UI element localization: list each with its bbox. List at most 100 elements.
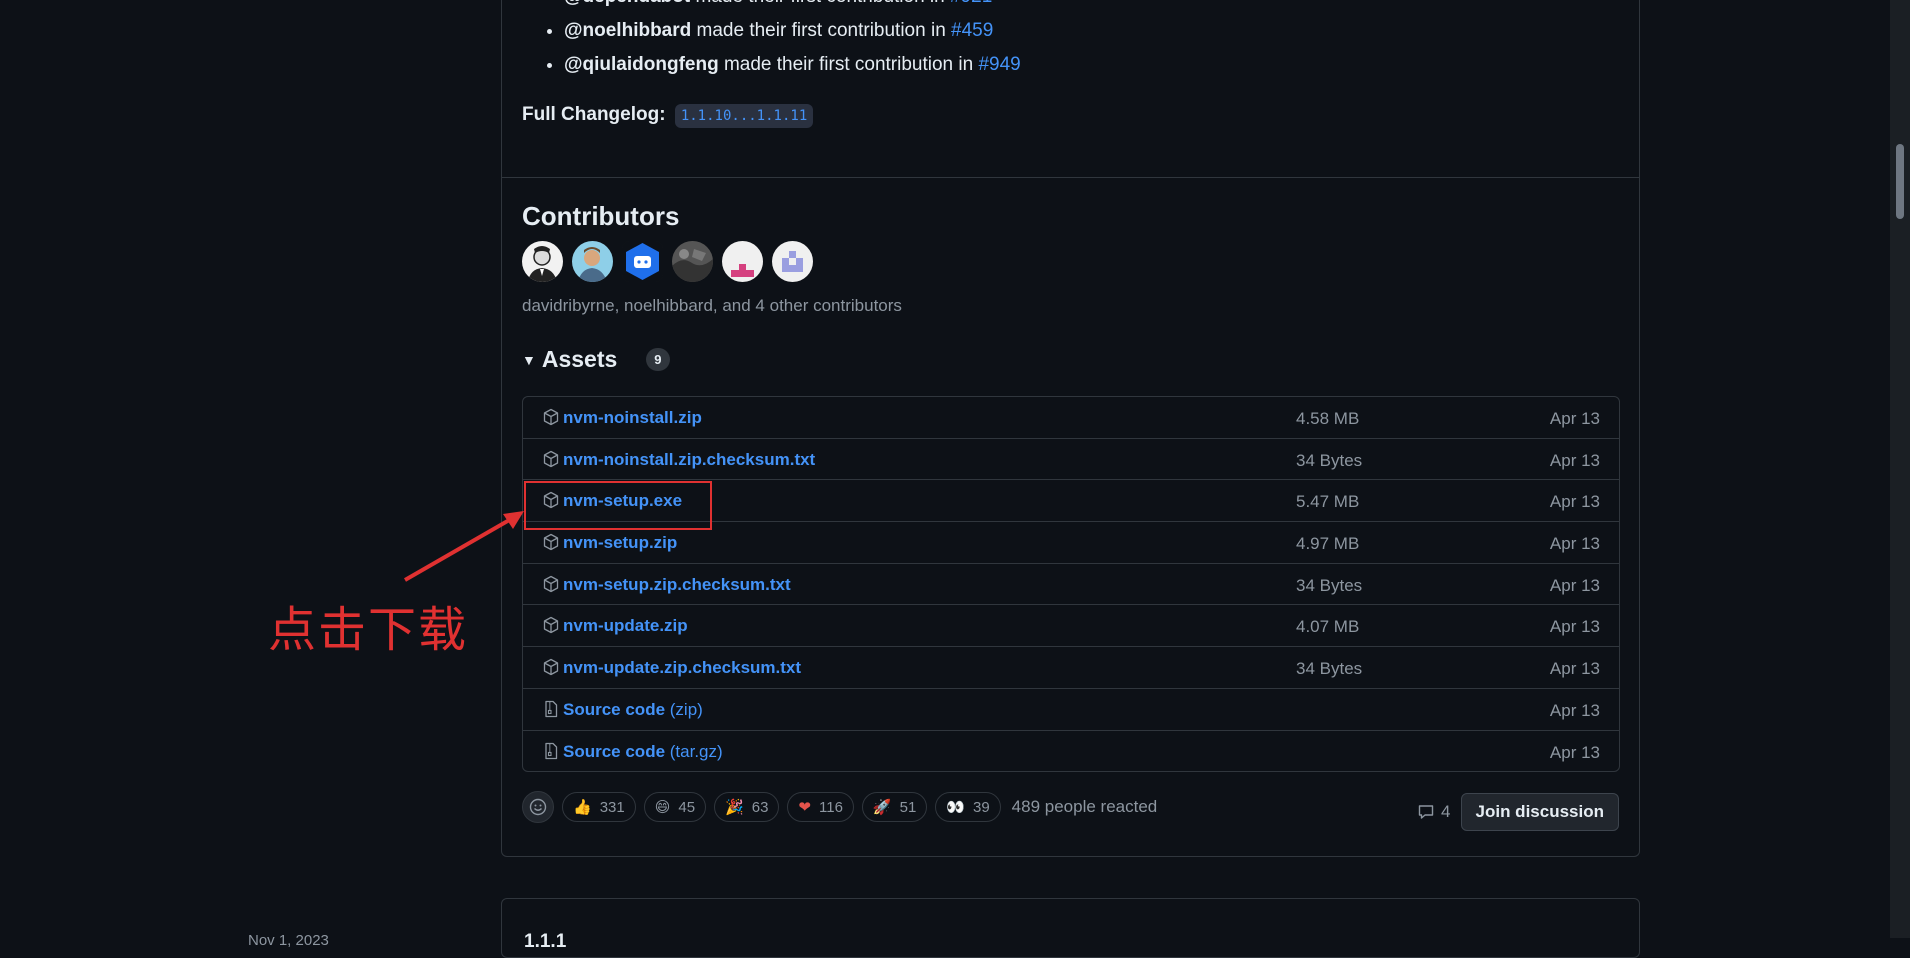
asset-date: Apr 13 — [1549, 617, 1600, 637]
full-changelog-label: Full Changelog: — [522, 104, 666, 125]
asset-download-link[interactable]: nvm-update.zip — [563, 616, 688, 636]
asset-size: 34 Bytes — [1296, 450, 1363, 470]
asset-row: nvm-setup.zip.checksum.txt 34 Bytes Apr 13 — [523, 564, 1619, 606]
changelog-compare-link[interactable]: 1.1.10...1.1.11 — [671, 104, 814, 128]
asset-row: Source code (tar.gz) Apr 13 — [523, 731, 1619, 772]
asset-row: Source code (zip) Apr 13 — [523, 689, 1619, 731]
annotation-label: 点击下载 — [268, 602, 469, 658]
reactions-bar: 👍 331 😄 45 🎉 63 ❤ 116 🚀 51 👀 39 489 people reacted — [522, 791, 1157, 823]
eyes-icon: 👀 — [946, 799, 965, 816]
asset-date: Apr 13 — [1549, 409, 1600, 428]
assets-list: nvm-noinstall.zip 4.58 MB Apr 13 nvm-noinst… — [522, 396, 1620, 772]
asset-size: 34 Bytes — [1296, 659, 1363, 679]
asset-date: Apr 13 — [1549, 700, 1600, 720]
asset-download-link[interactable]: Source code (zip) — [563, 700, 703, 720]
file-zip-icon — [542, 742, 560, 760]
reaction-thumbs-up-button[interactable]: 👍 331 — [562, 792, 636, 822]
comment-count[interactable]: 4 — [1417, 802, 1451, 822]
package-icon — [542, 408, 560, 426]
contribution-item: @dependabot made their first contributio… — [564, 0, 1021, 14]
contributor-mention[interactable]: @qiulaidongfeng — [564, 54, 719, 75]
reaction-count: 63 — [751, 798, 769, 816]
contribution-item: @qiulaidongfeng made their first contrib… — [564, 48, 1021, 82]
assets-title: Assets — [541, 346, 618, 372]
full-changelog: Full Changelog: 1.1.10...1.1.11 — [522, 104, 814, 128]
asset-download-link[interactable]: nvm-setup.zip.checksum.txt — [563, 575, 791, 595]
reaction-count: 331 — [599, 798, 625, 816]
asset-download-link[interactable]: nvm-setup.zip — [563, 533, 677, 553]
asset-download-link[interactable]: nvm-update.zip.checksum.txt — [563, 658, 801, 678]
reaction-hooray-button[interactable]: 🎉 63 — [714, 792, 780, 822]
annotation-highlight-box — [524, 481, 712, 530]
asset-date: Apr 13 — [1549, 492, 1600, 512]
avatar[interactable] — [572, 241, 613, 282]
asset-row: nvm-update.zip 4.07 MB Apr 13 — [523, 605, 1619, 648]
package-icon — [542, 616, 560, 634]
reaction-count: 116 — [819, 798, 843, 816]
contribution-text: made their first contribution in — [690, 0, 950, 7]
asset-date: Apr 13 — [1549, 534, 1600, 554]
asset-size: 5.47 MB — [1296, 492, 1360, 512]
reaction-heart-button[interactable]: ❤ 116 — [787, 792, 854, 822]
package-icon — [542, 658, 560, 676]
contributor-mention[interactable]: @dependabot — [564, 0, 690, 7]
asset-row: nvm-noinstall.zip.checksum.txt 34 Bytes Ap… — [523, 439, 1619, 481]
discussion-area: 4 Join discussion — [1417, 793, 1619, 831]
laugh-icon: 😄 — [654, 799, 671, 816]
avatar[interactable] — [622, 241, 663, 282]
contributor-avatars — [522, 241, 813, 282]
next-release-title[interactable]: 1.1.1 — [524, 931, 566, 953]
avatar[interactable] — [772, 241, 813, 282]
contributors-summary: davidribyrne, noelhibbard, and 4 other c… — [522, 296, 902, 315]
scrollbar[interactable] — [1890, 0, 1910, 938]
contributors-title: Contributors — [522, 201, 680, 231]
asset-download-link[interactable]: nvm-noinstall.zip.checksum.txt — [563, 450, 815, 470]
next-release-date: Nov 1, 2023 — [248, 932, 329, 949]
avatar[interactable] — [722, 241, 763, 282]
assets-toggle[interactable]: ▼ Assets 9 — [522, 346, 670, 373]
section-divider — [502, 177, 1639, 178]
reaction-count: 45 — [678, 798, 696, 816]
asset-row: nvm-noinstall.zip 4.58 MB Apr 13 — [523, 397, 1619, 439]
heart-icon: ❤ — [798, 799, 811, 816]
asset-date: Apr 13 — [1549, 575, 1600, 595]
rocket-icon: 🚀 — [872, 799, 892, 816]
comment-icon — [1418, 805, 1434, 819]
asset-row: nvm-update.zip.checksum.txt 34 Bytes Apr 1… — [523, 647, 1619, 689]
caret-down-icon: ▼ — [522, 351, 536, 368]
contribution-text: made their first contribution in — [691, 20, 952, 41]
avatar[interactable] — [672, 241, 713, 282]
release-card: @dependabot made their first contributio… — [501, 0, 1640, 857]
hooray-icon: 🎉 — [725, 799, 744, 816]
asset-download-link[interactable]: Source code (tar.gz) — [563, 742, 723, 762]
thumbs-up-icon: 👍 — [573, 799, 592, 816]
pull-request-link[interactable]: #921 — [950, 0, 992, 7]
pull-request-link[interactable]: #459 — [951, 20, 993, 41]
asset-size: 4.58 MB — [1296, 409, 1360, 428]
contribution-text: made their first contribution in — [718, 54, 979, 75]
avatar[interactable] — [522, 241, 563, 282]
file-zip-icon — [542, 700, 560, 718]
reaction-laugh-button[interactable]: 😄 45 — [643, 792, 707, 822]
reaction-count: 51 — [899, 798, 917, 816]
scrollbar-thumb[interactable] — [1896, 144, 1904, 219]
asset-size: 4.07 MB — [1296, 617, 1360, 637]
add-reaction-button[interactable] — [522, 791, 554, 823]
contribution-item: @noelhibbard made their first contributi… — [564, 14, 1021, 48]
package-icon — [542, 575, 560, 593]
package-icon — [542, 450, 560, 468]
reaction-rocket-button[interactable]: 🚀 51 — [861, 792, 928, 822]
reaction-eyes-button[interactable]: 👀 39 — [935, 792, 1001, 822]
pull-request-link[interactable]: #949 — [978, 54, 1020, 75]
asset-date: Apr 13 — [1549, 659, 1600, 679]
reactions-summary: 489 people reacted — [1011, 797, 1158, 816]
asset-download-link[interactable]: nvm-noinstall.zip — [563, 408, 702, 428]
reaction-count: 39 — [972, 798, 990, 816]
join-discussion-button[interactable]: Join discussion — [1460, 793, 1619, 831]
asset-date: Apr 13 — [1549, 450, 1600, 470]
new-contributors-list: @dependabot made their first contributio… — [522, 0, 1021, 82]
package-icon — [542, 533, 560, 551]
contributor-mention[interactable]: @noelhibbard — [564, 20, 691, 41]
smiley-icon — [529, 798, 547, 816]
assets-count-badge: 9 — [646, 348, 670, 371]
